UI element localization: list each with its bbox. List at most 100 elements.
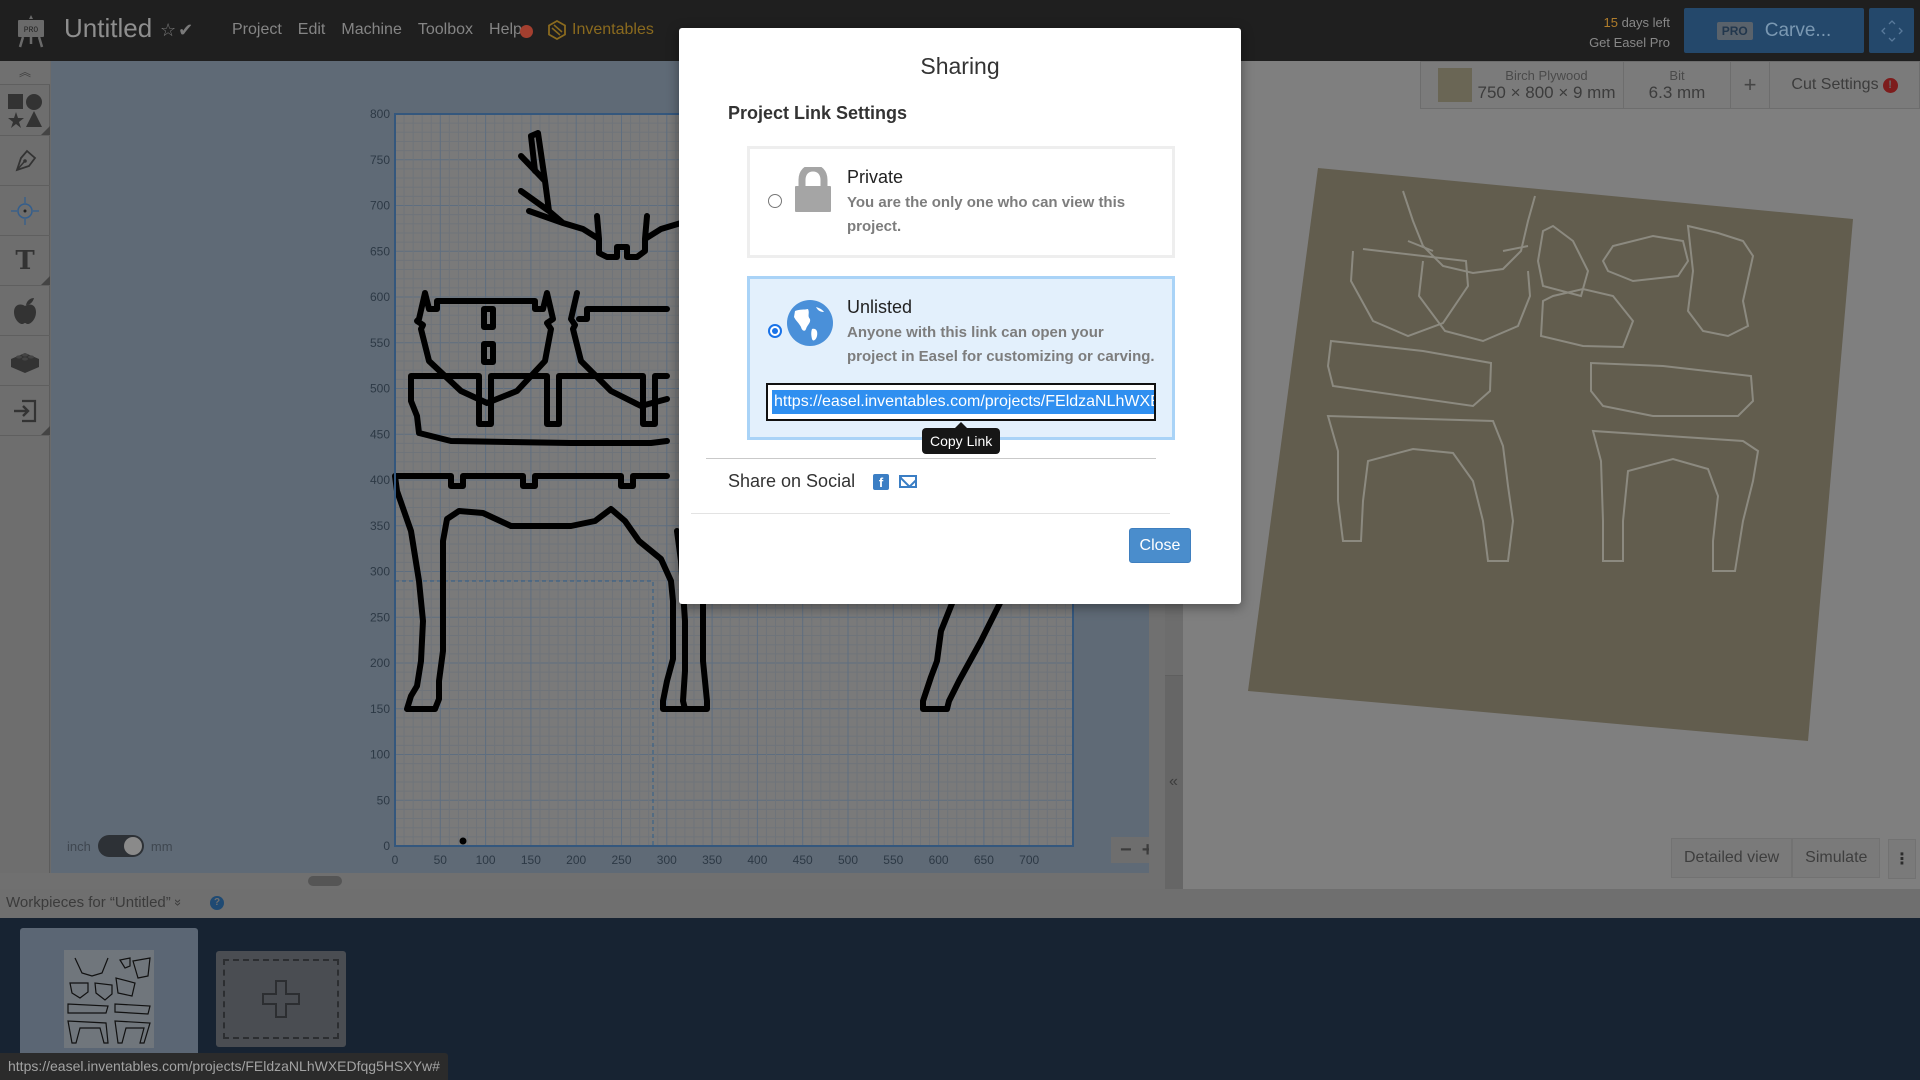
unlisted-radio[interactable] bbox=[768, 324, 782, 338]
switch-knob bbox=[123, 837, 142, 855]
crosshair-icon bbox=[11, 196, 39, 225]
material-name: Birch Plywood bbox=[1505, 67, 1588, 83]
option-private[interactable]: Private You are the only one who can vie… bbox=[747, 146, 1175, 258]
x-tick-label: 450 bbox=[793, 853, 813, 867]
unlisted-title: Unlisted bbox=[847, 297, 913, 317]
y-tick-label: 150 bbox=[370, 702, 390, 716]
tool-target[interactable] bbox=[0, 186, 50, 236]
sharing-modal: Sharing Project Link Settings Private Yo… bbox=[679, 28, 1241, 604]
scrollbar-thumb[interactable] bbox=[308, 876, 342, 886]
double-chevron-down-icon[interactable]: » bbox=[171, 899, 186, 906]
x-tick-label: 350 bbox=[702, 853, 722, 867]
pen-nib-icon bbox=[15, 149, 37, 171]
share-link-input[interactable]: https://easel.inventables.com/projects/F… bbox=[766, 383, 1156, 421]
carve-preview-render[interactable] bbox=[1183, 101, 1920, 781]
modal-title: Sharing bbox=[920, 53, 1000, 79]
toolbar-collapse-button[interactable]: ︽ bbox=[0, 61, 50, 85]
private-title: Private bbox=[847, 167, 904, 187]
carve-preview-pane: Birch Plywood 750 × 800 × 9 mm Bit 6.3 m… bbox=[1183, 61, 1920, 889]
y-tick-label: 250 bbox=[370, 610, 390, 624]
y-tick-label: 800 bbox=[370, 107, 390, 121]
y-tick-label: 400 bbox=[370, 473, 390, 487]
y-tick-label: 550 bbox=[370, 336, 390, 350]
carve-button[interactable]: PRO Carve... bbox=[1684, 8, 1864, 53]
y-tick-label: 450 bbox=[370, 427, 390, 441]
facebook-icon[interactable]: f bbox=[873, 473, 890, 490]
copy-link-tooltip: Copy Link bbox=[922, 422, 1001, 454]
workpiece-thumbnail[interactable] bbox=[20, 928, 198, 1068]
menu-help[interactable]: Help bbox=[489, 21, 522, 39]
tool-pen[interactable] bbox=[0, 136, 50, 186]
tool-shapes[interactable] bbox=[0, 85, 50, 136]
material-swatch bbox=[1437, 68, 1472, 102]
unit-mm-label: mm bbox=[150, 838, 173, 854]
x-tick-label: 500 bbox=[838, 853, 858, 867]
origin-marker[interactable] bbox=[459, 837, 467, 845]
y-tick-label: 600 bbox=[370, 290, 390, 304]
add-workpiece-button[interactable] bbox=[216, 951, 346, 1047]
x-tick-label: 550 bbox=[883, 853, 903, 867]
material-dimensions: 750 × 800 × 9 mm bbox=[1477, 82, 1616, 102]
more-options-button[interactable]: ⋮ bbox=[1888, 839, 1916, 879]
canvas-horizontal-scrollbar[interactable] bbox=[0, 873, 1149, 889]
private-description: You are the only one who can view this p… bbox=[847, 194, 1126, 235]
tool-apps[interactable] bbox=[0, 336, 50, 386]
divider bbox=[691, 513, 1170, 514]
y-tick-label: 0 bbox=[383, 839, 390, 853]
y-tick-label: 50 bbox=[377, 793, 391, 807]
star-icon[interactable]: ☆ bbox=[160, 20, 178, 40]
share-social-label: Share on Social bbox=[728, 471, 856, 491]
y-tick-label: 100 bbox=[370, 748, 390, 762]
double-chevron-up-icon: ︽ bbox=[18, 65, 31, 79]
menu-project[interactable]: Project bbox=[232, 21, 282, 39]
close-button[interactable]: Close bbox=[1129, 528, 1191, 563]
inventables-link[interactable]: Inventables bbox=[548, 20, 654, 40]
y-tick-label: 650 bbox=[370, 244, 390, 258]
inventables-logo-icon bbox=[548, 20, 566, 40]
trial-info[interactable]: 15 days left Get Easel Pro bbox=[1560, 13, 1670, 53]
project-title[interactable]: Untitled bbox=[64, 13, 152, 44]
collapse-preview-button[interactable]: « bbox=[1169, 773, 1178, 791]
pan-arrows-icon bbox=[1880, 19, 1903, 42]
option-unlisted[interactable]: Unlisted Anyone with this link can open … bbox=[747, 276, 1175, 440]
y-tick-label: 750 bbox=[370, 153, 390, 167]
globe-icon bbox=[787, 300, 833, 346]
trial-days: 15 bbox=[1603, 15, 1618, 30]
private-radio[interactable] bbox=[768, 194, 782, 208]
zoom-out-button[interactable]: − bbox=[1115, 839, 1137, 862]
help-icon[interactable]: ? bbox=[210, 896, 224, 910]
get-pro-link[interactable]: Get Easel Pro bbox=[1560, 33, 1670, 53]
simulate-button[interactable]: Simulate bbox=[1792, 838, 1881, 878]
bit-label: Bit bbox=[1669, 67, 1685, 83]
x-tick-label: 400 bbox=[747, 853, 767, 867]
tool-icons[interactable] bbox=[0, 286, 50, 336]
pan-arrows-button[interactable] bbox=[1869, 8, 1914, 53]
y-tick-label: 700 bbox=[370, 199, 390, 213]
y-tick-label: 500 bbox=[370, 382, 390, 396]
share-link-text[interactable]: https://easel.inventables.com/projects/F… bbox=[772, 390, 1154, 414]
unit-switch[interactable] bbox=[97, 835, 144, 857]
trial-days-suffix: days left bbox=[1617, 15, 1670, 30]
shapes-icon bbox=[8, 94, 42, 128]
tool-text[interactable]: T bbox=[0, 236, 50, 286]
x-tick-label: 700 bbox=[1019, 853, 1039, 867]
y-tick-label: 350 bbox=[370, 519, 390, 533]
unit-inch-label: inch bbox=[67, 838, 91, 854]
x-tick-label: 150 bbox=[521, 853, 541, 867]
tool-import[interactable] bbox=[0, 386, 50, 436]
inventables-label: Inventables bbox=[572, 21, 654, 38]
import-icon bbox=[14, 399, 37, 422]
unit-toggle[interactable]: inch mm bbox=[67, 835, 173, 857]
detailed-view-button[interactable]: Detailed view bbox=[1671, 838, 1793, 878]
menu-machine[interactable]: Machine bbox=[341, 21, 401, 39]
email-icon[interactable] bbox=[899, 475, 918, 488]
easel-logo-icon[interactable]: PRO bbox=[14, 14, 48, 48]
x-tick-label: 50 bbox=[434, 853, 448, 867]
workpieces-title[interactable]: Workpieces for “Untitled” » bbox=[6, 894, 186, 911]
menu-toolbox[interactable]: Toolbox bbox=[418, 21, 473, 39]
menu-edit[interactable]: Edit bbox=[298, 21, 326, 39]
plus-icon bbox=[262, 980, 300, 1018]
main-menu: Project Edit Machine Toolbox Help bbox=[232, 21, 538, 39]
y-tick-label: 200 bbox=[370, 656, 390, 670]
lego-brick-icon bbox=[11, 352, 39, 373]
